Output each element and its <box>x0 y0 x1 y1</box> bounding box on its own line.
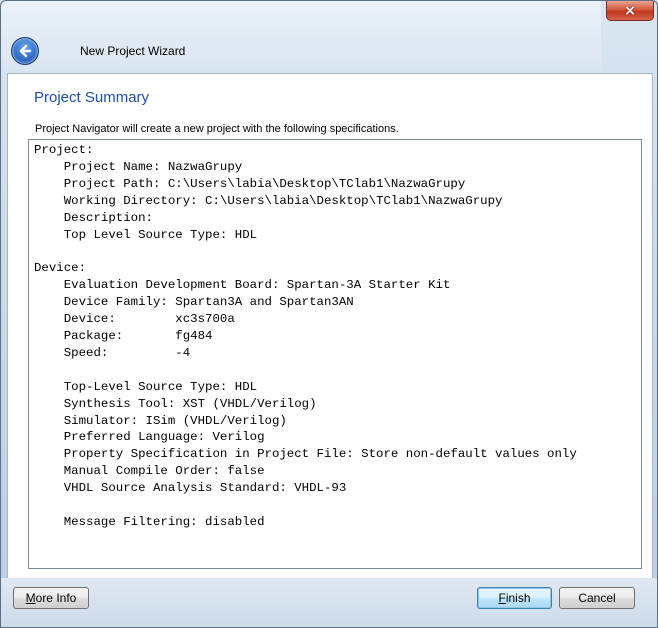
back-button[interactable] <box>11 37 39 65</box>
summary-line: Property Specification in Project File: … <box>34 447 577 462</box>
close-icon: × <box>624 2 636 19</box>
more-info-mnemonic: M <box>25 591 36 605</box>
summary-line: Project: <box>34 143 94 157</box>
wizard-content: Project Summary Project Navigator will c… <box>7 73 653 579</box>
summary-line: Package: fg484 <box>34 328 213 343</box>
button-bar: More Info Finish Cancel <box>1 578 657 627</box>
summary-line: VHDL Source Analysis Standard: VHDL-93 <box>34 481 347 496</box>
title-bar <box>1 1 601 71</box>
intro-text: Project Navigator will create a new proj… <box>35 123 399 135</box>
summary-line: Description: <box>34 210 153 225</box>
summary-line: Top Level Source Type: HDL <box>34 227 258 242</box>
summary-line: Working Directory: C:\Users\labia\Deskto… <box>34 193 503 208</box>
more-info-button[interactable]: More Info <box>13 587 89 609</box>
cancel-button[interactable]: Cancel <box>559 587 635 609</box>
page-title: Project Summary <box>34 89 150 106</box>
summary-text: Project: Project Name: NazwaGrupy Projec… <box>29 140 641 531</box>
summary-line: Message Filtering: disabled <box>34 514 265 529</box>
back-arrow-icon <box>19 44 32 58</box>
finish-mnemonic: F <box>498 591 506 605</box>
summary-line: Simulator: ISim (VHDL/Verilog) <box>34 413 287 428</box>
summary-line: Device: xc3s700a <box>34 312 235 327</box>
summary-line: Project Path: C:\Users\labia\Desktop\TCl… <box>34 176 466 191</box>
summary-line: Manual Compile Order: false <box>34 464 265 479</box>
summary-line: Synthesis Tool: XST (VHDL/Verilog) <box>34 396 317 411</box>
summary-line: Top-Level Source Type: HDL <box>34 379 258 394</box>
summary-line: Evaluation Development Board: Spartan-3A… <box>34 278 451 293</box>
close-button[interactable]: × <box>606 1 654 21</box>
summary-line: Project Name: NazwaGrupy <box>34 159 243 174</box>
summary-line: Speed: -4 <box>34 345 191 360</box>
cancel-label: Cancel <box>578 591 616 605</box>
wizard-window: × New Project Wizard Project Summary Pro… <box>0 0 658 628</box>
wizard-title: New Project Wizard <box>80 44 186 58</box>
finish-button[interactable]: Finish <box>477 587 552 609</box>
summary-line: Device: <box>34 261 87 276</box>
summary-line: Preferred Language: Verilog <box>34 430 265 445</box>
more-info-label: ore Info <box>35 591 77 605</box>
finish-label: inish <box>505 591 531 605</box>
summary-text-area[interactable]: Project: Project Name: NazwaGrupy Projec… <box>28 139 642 569</box>
summary-line: Device Family: Spartan3A and Spartan3AN <box>34 295 354 310</box>
